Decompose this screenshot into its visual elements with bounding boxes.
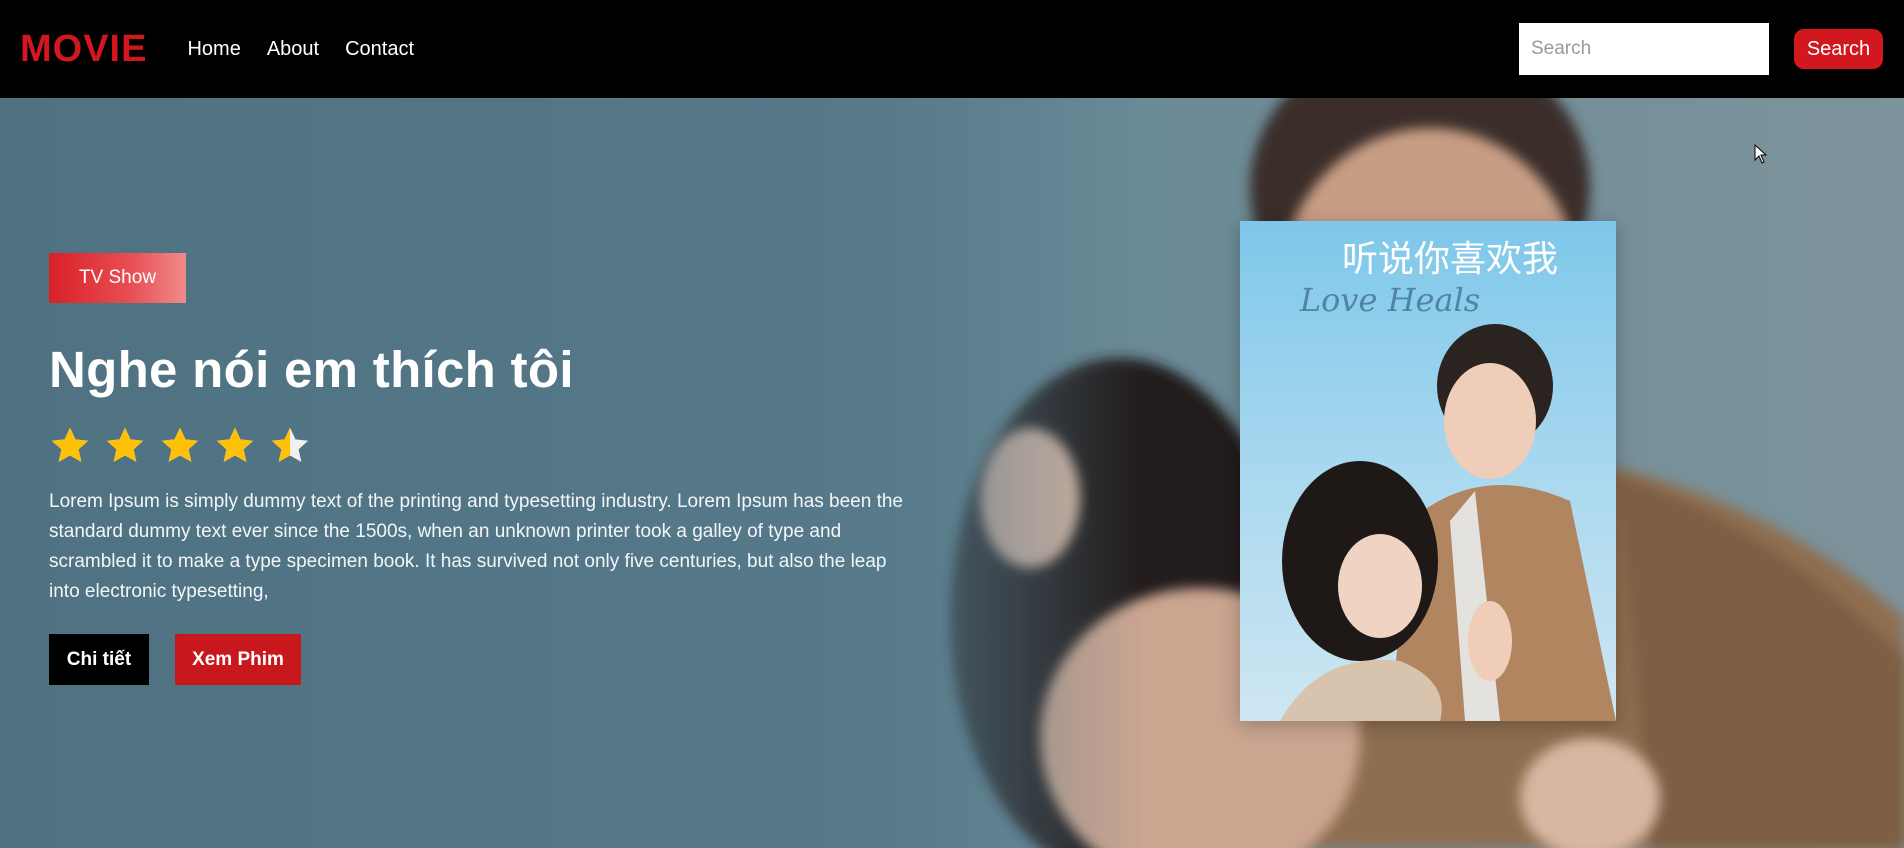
details-button[interactable]: Chi tiết: [49, 634, 149, 685]
rating-stars: [49, 425, 909, 467]
star-full-icon: [216, 427, 254, 462]
poster-image: 听说你喜欢我 Love Heals: [1240, 221, 1616, 721]
movie-title: Nghe nói em thích tôi: [49, 341, 574, 398]
page: MOVIE Home About Contact Search Search 听…: [0, 0, 1904, 848]
site-logo[interactable]: MOVIE: [20, 28, 147, 71]
search-button[interactable]: Search: [1794, 29, 1883, 69]
hero-banner: 听说你喜欢我 Love Heals TV Show Nghe nói em th…: [0, 98, 1904, 848]
poster-script-title: Love Heals: [1299, 281, 1480, 319]
nav-link-home[interactable]: Home: [187, 38, 240, 61]
action-buttons: Chi tiết Xem Phim: [49, 634, 909, 685]
hero-content: TV Show Nghe nói em thích tôi Lorem Ipsu…: [49, 253, 909, 685]
watch-movie-button[interactable]: Xem Phim: [175, 634, 301, 685]
nav-links: Home About Contact: [187, 38, 414, 61]
star-full-icon: [51, 427, 89, 462]
category-badge[interactable]: TV Show: [49, 253, 186, 303]
star-full-icon: [106, 427, 144, 462]
poster-title: 听说你喜欢我: [1342, 239, 1558, 280]
star-half-icon: [271, 427, 309, 462]
movie-description: Lorem Ipsum is simply dummy text of the …: [49, 491, 903, 602]
nav-link-about[interactable]: About: [267, 38, 319, 61]
nav-link-contact[interactable]: Contact: [345, 38, 414, 61]
search-area: Search: [1519, 23, 1884, 75]
movie-poster[interactable]: 听说你喜欢我 Love Heals: [1240, 221, 1616, 721]
star-full-icon: [161, 427, 199, 462]
top-navbar: MOVIE Home About Contact Search: [0, 0, 1904, 98]
mouse-cursor-icon: [1754, 144, 1768, 164]
search-input[interactable]: [1519, 23, 1769, 75]
